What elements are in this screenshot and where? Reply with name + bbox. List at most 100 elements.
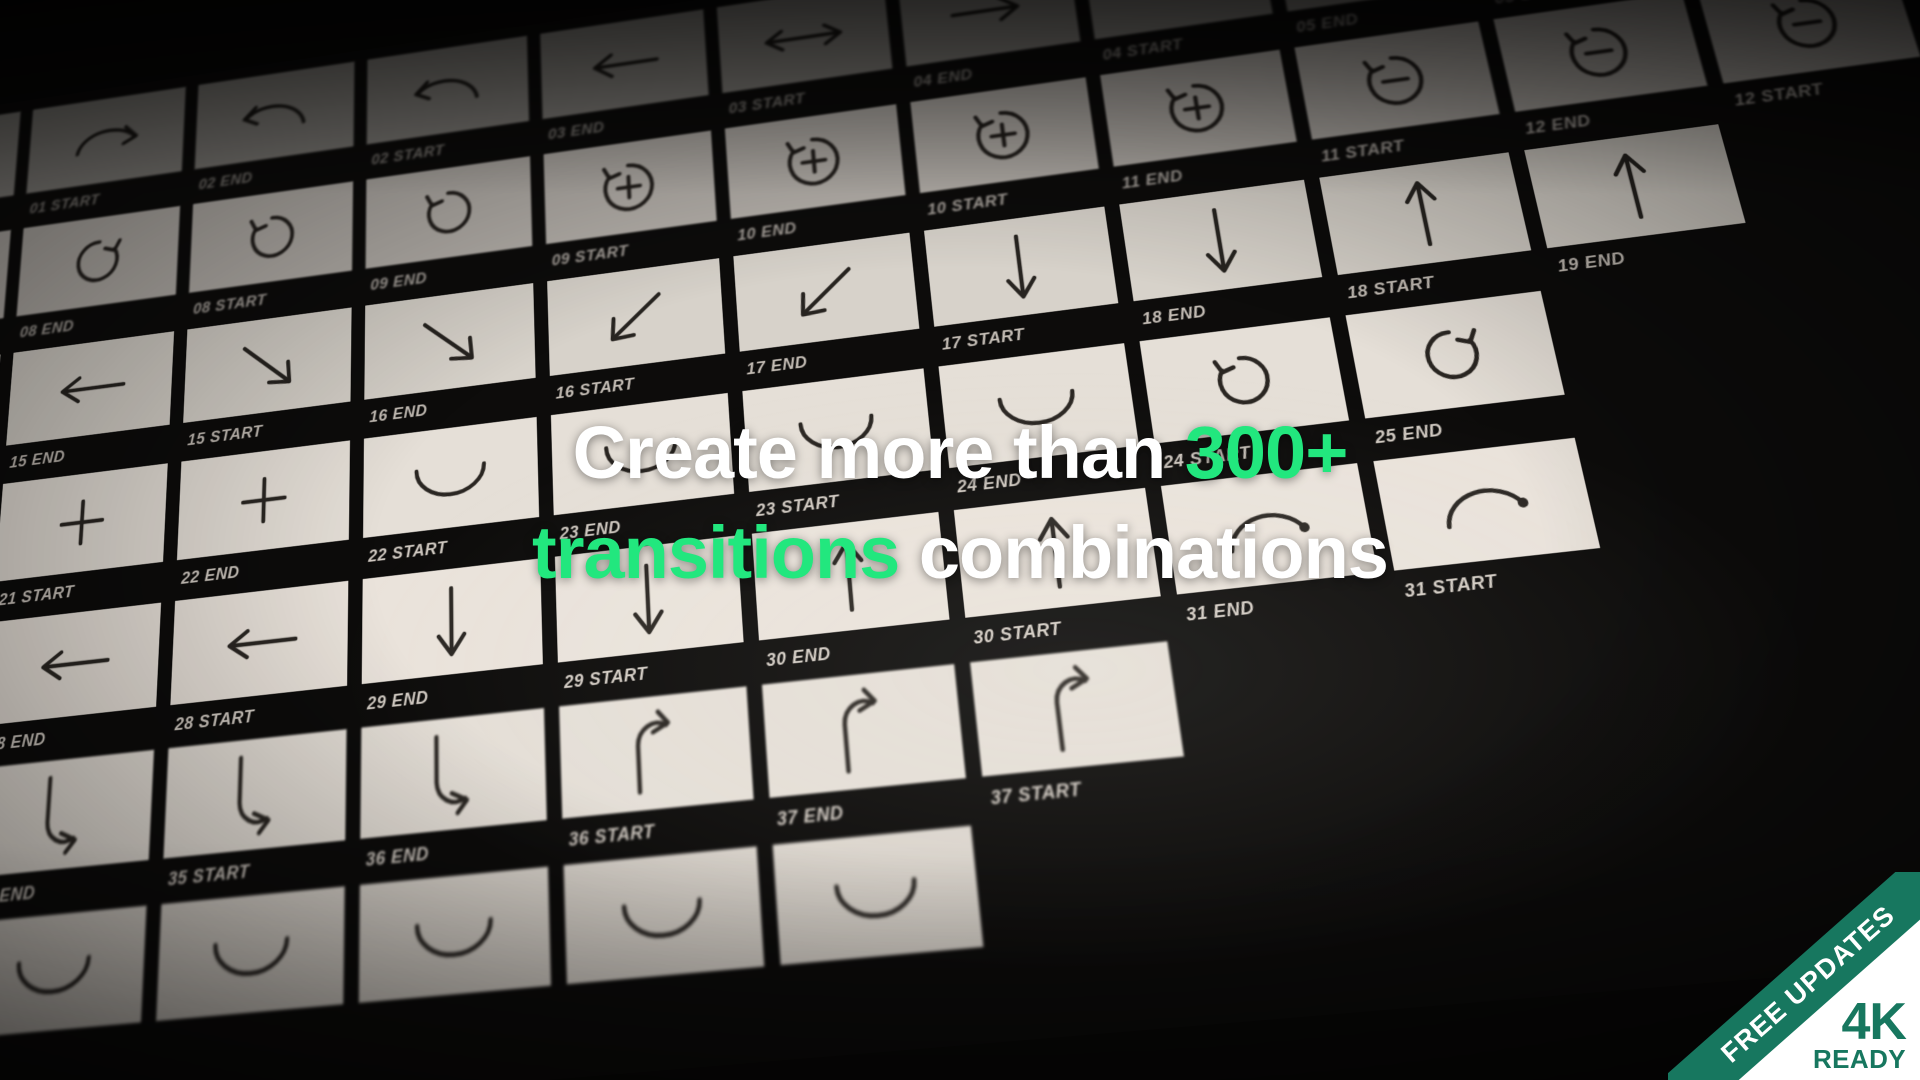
- preset-cell[interactable]: 22 START: [363, 416, 540, 575]
- preset-cell[interactable]: 08 START: [188, 181, 354, 326]
- preset-cell[interactable]: 11 START: [1294, 21, 1507, 174]
- preset-cell[interactable]: 10 END: [724, 104, 909, 253]
- transition-preset-board: 01 START 02 END 02 START 03 END 03 START 04 E…: [0, 0, 1920, 1080]
- resolution-value: 4K: [1841, 993, 1907, 1052]
- preset-cell[interactable]: 18 START: [1319, 152, 1540, 311]
- preset-cell[interactable]: 01 START: [24, 86, 186, 225]
- promo-screenshot: 01 START 02 END 02 START 03 END 03 START 04 E…: [0, 0, 1920, 1080]
- preset-cell[interactable]: 30 START: [953, 487, 1167, 659]
- preset-label: [567, 979, 767, 1030]
- transition-preset-board-viewport: 01 START 02 END 02 START 03 END 03 START 04 E…: [0, 0, 1920, 1080]
- arc-arrow-up-left-icon: [0, 111, 21, 218]
- arc-hook-right-icon: [1373, 437, 1601, 571]
- arrow-down-right-icon: [364, 283, 536, 400]
- hook-up-right-icon: [970, 641, 1184, 777]
- preset-cell[interactable]: 07 START: [0, 229, 11, 372]
- preset-cell[interactable]: 11 END: [1100, 49, 1303, 201]
- rotate-cw-icon: [365, 156, 533, 269]
- preset-cell[interactable]: 10 START: [910, 77, 1104, 227]
- arrow-up-icon: [1319, 152, 1532, 276]
- preset-cell[interactable]: 03 START: [716, 0, 896, 125]
- hook-up-right-icon: [559, 686, 754, 819]
- preset-cell[interactable]: 29 END: [361, 558, 544, 723]
- resolution-badge: 4K READY: [1813, 993, 1907, 1072]
- arrow-left-icon: [6, 331, 175, 446]
- preset-cell[interactable]: 17 END: [733, 232, 923, 388]
- arc-smile-icon: [550, 392, 735, 516]
- arrow-down-icon: [554, 535, 744, 663]
- preset-cell[interactable]: [0, 905, 147, 1080]
- preset-label: [781, 959, 988, 1010]
- preset-cell[interactable]: 18 END: [1119, 179, 1329, 338]
- arc-smile-icon: [156, 886, 345, 1022]
- preset-cell[interactable]: 16 END: [364, 283, 537, 435]
- preset-label: 25 END: [1373, 420, 1445, 448]
- preset-cell[interactable]: 28 START: [169, 580, 349, 745]
- preset-cell[interactable]: 02 END: [193, 61, 355, 201]
- preset-cell[interactable]: 16 START: [547, 258, 727, 411]
- preset-cell[interactable]: 12 END: [1493, 0, 1717, 147]
- preset-cell[interactable]: [358, 866, 552, 1048]
- preset-cell[interactable]: 14 START: [0, 354, 1, 503]
- preset-cell[interactable]: 09 END: [365, 156, 533, 302]
- arrow-down-icon: [923, 206, 1119, 327]
- preset-cell[interactable]: 08 END: [14, 205, 181, 350]
- preset-cell[interactable]: 31 START: [1373, 437, 1610, 612]
- preset-label: 29 START: [563, 663, 648, 693]
- arrow-left-icon: [540, 9, 709, 120]
- arc-smile-icon: [742, 368, 935, 492]
- preset-cell[interactable]: 09 START: [543, 130, 719, 277]
- preset-cell[interactable]: 23 END: [550, 392, 737, 553]
- rotate-ccw-icon: [0, 229, 11, 340]
- preset-cell[interactable]: 22 END: [175, 440, 351, 597]
- preset-cell[interactable]: 36 END: [360, 708, 548, 881]
- preset-cell[interactable]: 02 START: [366, 35, 530, 177]
- preset-label: 37 END: [776, 802, 845, 830]
- arrow-down-icon: [361, 558, 543, 685]
- preset-cell[interactable]: 23 START: [742, 368, 938, 530]
- preset-cell[interactable]: 29 START: [554, 535, 746, 702]
- preset-cell[interactable]: 37 START: [970, 641, 1190, 820]
- preset-cell[interactable]: 15 END: [3, 331, 175, 480]
- preset-cell[interactable]: 31 END: [1160, 463, 1385, 635]
- plus-icon: [0, 463, 168, 582]
- arc-smile-icon: [0, 905, 147, 1039]
- arc-smile-icon: [363, 416, 540, 539]
- preset-label: [154, 1016, 343, 1065]
- arrow-down-icon: [1119, 179, 1323, 302]
- arc-smile-icon: [563, 846, 765, 985]
- preset-cell[interactable]: 15 START: [182, 307, 352, 458]
- arc-arrow-up-right-icon: [194, 61, 355, 170]
- preset-cell[interactable]: 36 START: [559, 686, 756, 861]
- corner-badge[interactable]: FREE UPDATES 4K READY: [1668, 872, 1920, 1080]
- preset-cell[interactable]: 35 END: [0, 749, 155, 919]
- preset-cell[interactable]: 25 END: [1345, 290, 1574, 458]
- preset-cell[interactable]: 03 END: [540, 9, 711, 151]
- arrow-left-icon: [170, 580, 349, 706]
- plus-icon: [176, 440, 351, 561]
- preset-label: [0, 1034, 140, 1080]
- preset-cell[interactable]: 28 END: [0, 602, 162, 765]
- preset-cell[interactable]: 19 END: [1524, 124, 1756, 285]
- preset-cell[interactable]: 30 END: [751, 511, 954, 681]
- preset-cell[interactable]: [563, 846, 768, 1030]
- arc-smile-icon: [938, 343, 1139, 469]
- preset-cell[interactable]: [154, 886, 345, 1065]
- circle-plus-rotate-icon: [543, 130, 717, 245]
- hook-up-right-icon: [761, 664, 966, 798]
- preset-label: [358, 998, 552, 1048]
- circle-minus-rotate-icon: [1493, 0, 1708, 112]
- preset-cell[interactable]: 21 START: [0, 463, 168, 618]
- preset-cell[interactable]: [772, 825, 989, 1011]
- preset-cell[interactable]: 24 START: [1139, 317, 1356, 482]
- hook-down-right-icon: [163, 729, 347, 859]
- preset-cell[interactable]: 37 END: [761, 664, 971, 841]
- arrow-left-icon: [0, 354, 1, 468]
- arrow-up-icon: [953, 487, 1161, 618]
- preset-cell[interactable]: 17 START: [923, 206, 1124, 362]
- arc-smile-icon: [358, 866, 552, 1003]
- rotate-ccw-icon: [1345, 290, 1565, 419]
- preset-cell[interactable]: 24 END: [938, 343, 1144, 506]
- hook-down-right-icon: [0, 749, 155, 878]
- preset-cell[interactable]: 35 START: [162, 729, 347, 900]
